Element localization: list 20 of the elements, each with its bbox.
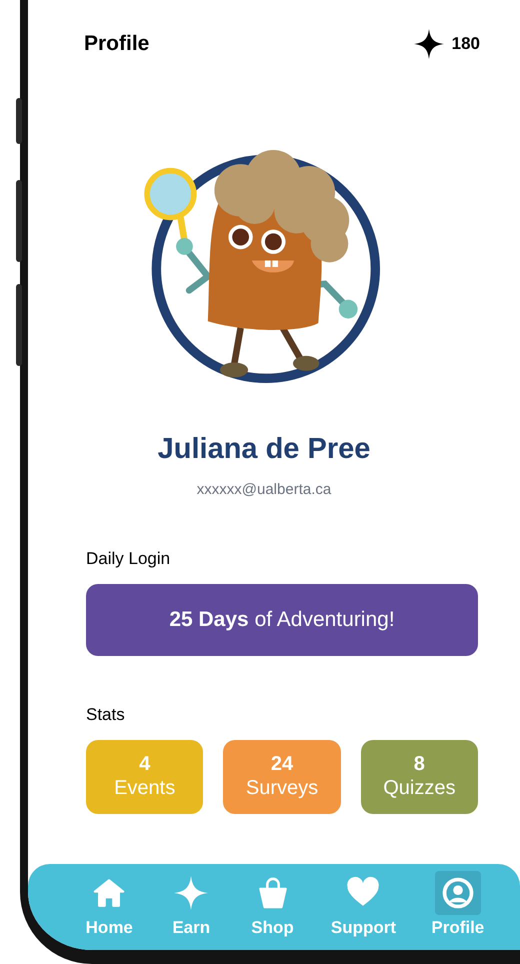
user-email: xxxxxx@ualberta.ca xyxy=(196,480,332,500)
nav-tab[interactable]: Support xyxy=(330,871,396,941)
sparkle-icon xyxy=(174,876,208,910)
user-circle-icon xyxy=(440,876,475,910)
nav-tab[interactable]: Earn xyxy=(168,871,214,941)
stat-value: 8 xyxy=(414,752,425,774)
streak-message: 25 Days of Adventuring! xyxy=(169,606,395,633)
sparkle-icon xyxy=(414,28,444,59)
user-name: Juliana de Pree xyxy=(158,432,370,466)
stat-label: Surveys xyxy=(246,776,318,800)
nav-tab[interactable]: Home xyxy=(86,871,133,941)
stat-value: 24 xyxy=(270,752,294,774)
stat-value: 4 xyxy=(139,752,150,774)
page-title: Profile xyxy=(84,31,150,57)
section-label: Daily Login xyxy=(86,548,170,568)
points-count: 180 xyxy=(452,33,480,55)
stat-label: Events xyxy=(114,776,176,800)
section-label: Stats xyxy=(86,704,125,724)
stat-label: Quizzes xyxy=(383,776,456,800)
nav-tab[interactable]: Shop xyxy=(250,871,296,941)
